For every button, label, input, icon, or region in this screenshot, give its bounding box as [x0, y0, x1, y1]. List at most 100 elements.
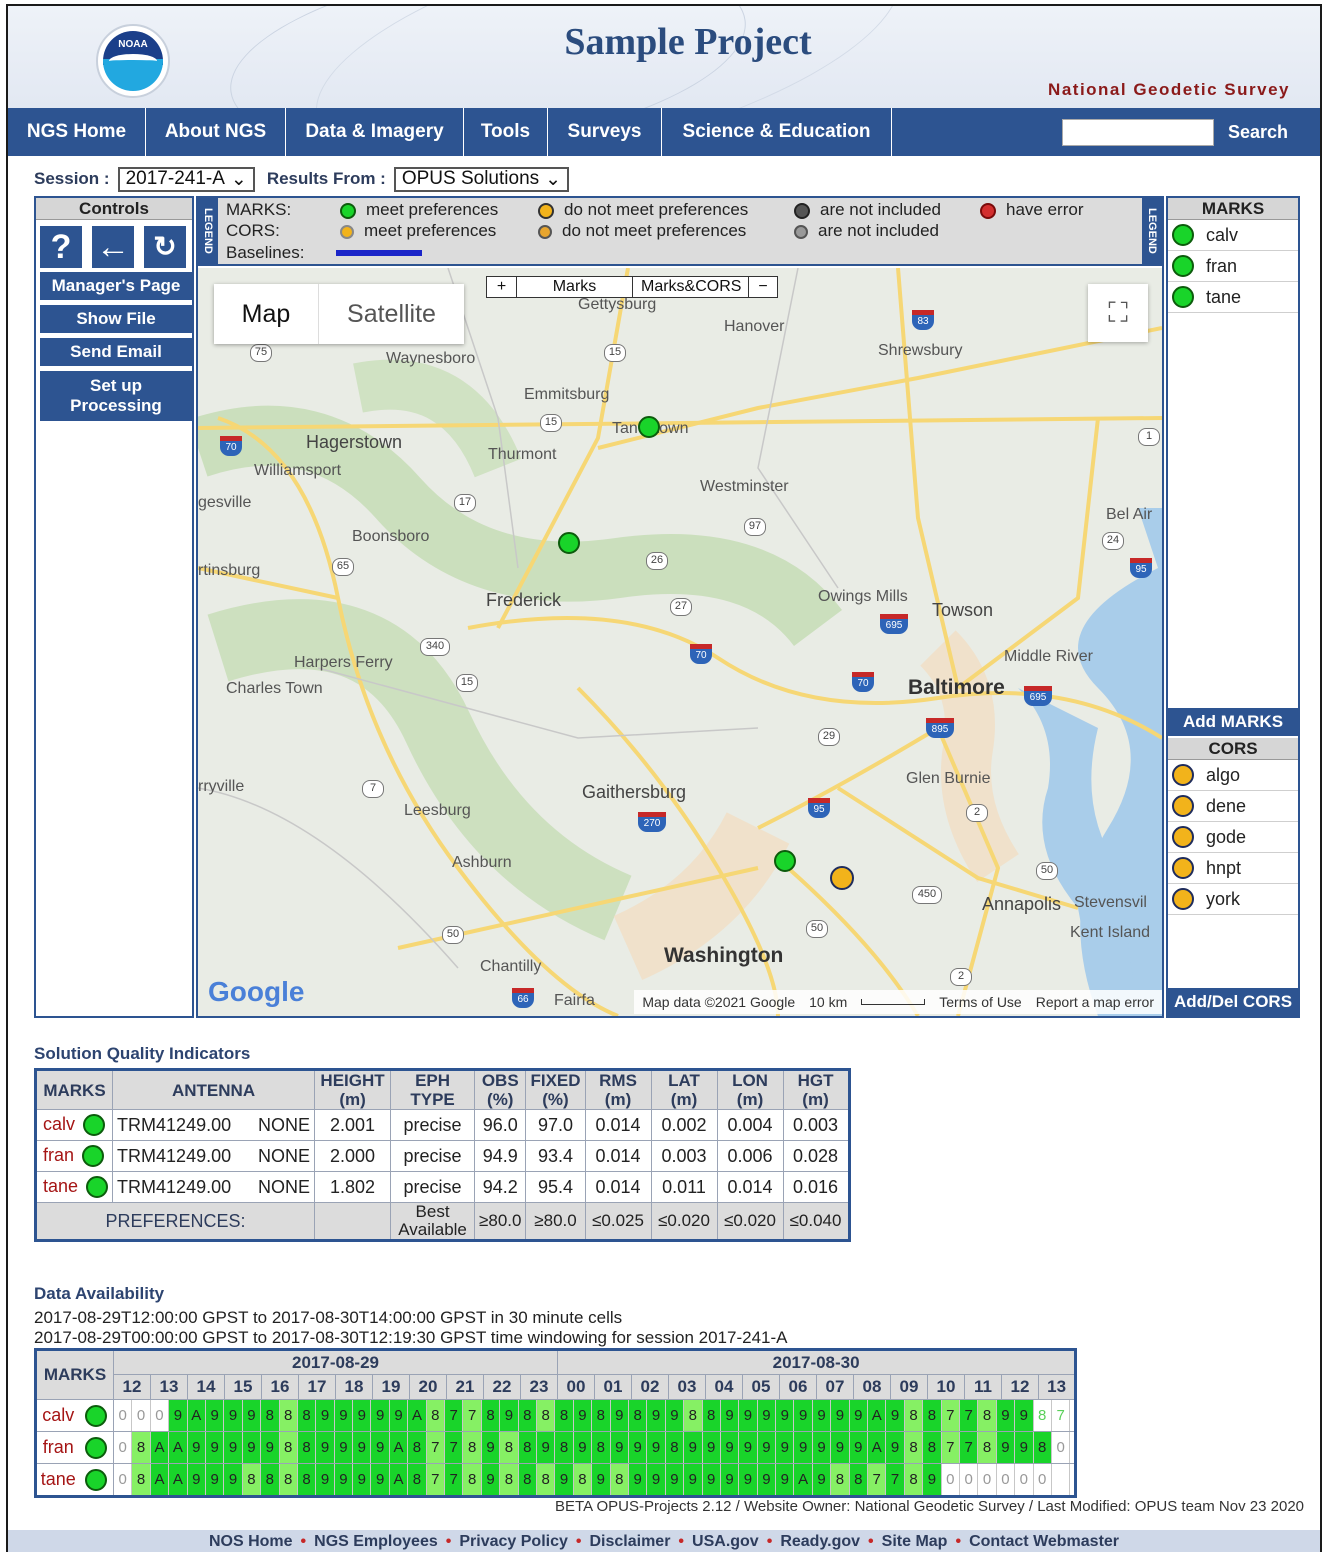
cors-item[interactable]: york [1168, 884, 1298, 915]
nav-ngs-home[interactable]: NGS Home [8, 108, 146, 156]
refresh-icon[interactable]: ↻ [144, 226, 186, 268]
footer-link[interactable]: Contact Webmaster [969, 1533, 1119, 1550]
mark-name[interactable]: tane [35, 1463, 80, 1497]
town-label: Shrewsbury [878, 342, 963, 359]
add-del-cors-button[interactable]: Add/Del CORS [1168, 988, 1298, 1016]
mark-cell[interactable]: fran [34, 1140, 114, 1172]
zoom-out-button[interactable]: − [749, 277, 777, 297]
legend-baselines-label: Baselines: [226, 243, 305, 262]
availability-cell: 8 [500, 1464, 519, 1495]
mark-item[interactable]: fran [1168, 251, 1298, 282]
green-dot-icon [1172, 286, 1194, 308]
footer-link[interactable]: USA.gov [692, 1533, 759, 1550]
search-input[interactable] [1062, 119, 1214, 146]
footer-link[interactable]: NGS Employees [314, 1533, 438, 1550]
legend-meet-marks: meet preferences [366, 200, 499, 219]
report-error-link[interactable]: Report a map error [1036, 994, 1154, 1010]
show-file-button[interactable]: Show File [40, 305, 192, 333]
mark-cell[interactable]: calv [34, 1109, 114, 1141]
hour-header: 13 [1037, 1374, 1077, 1400]
managers-page-button[interactable]: Manager's Page [40, 272, 192, 300]
nav-about-ngs[interactable]: About NGS [146, 108, 286, 156]
cors-item[interactable]: hnpt [1168, 853, 1298, 884]
hour-header: 12 [1001, 1374, 1039, 1400]
green-dot-icon [85, 1436, 108, 1459]
fixed-cell: 95.4 [525, 1171, 586, 1203]
map-view[interactable]: Gettysburg Hanover Shrewsbury Waynesboro… [198, 268, 1162, 1016]
terms-link[interactable]: Terms of Use [939, 994, 1021, 1010]
satellite-button[interactable]: Satellite [318, 284, 464, 344]
legend-error: have error [1006, 200, 1084, 219]
map-button[interactable]: Map [214, 284, 318, 344]
zoom-in-button[interactable]: + [487, 277, 517, 297]
back-arrow-icon[interactable]: ← [92, 226, 134, 268]
green-dot-icon [85, 1404, 108, 1427]
footer-link[interactable]: Site Map [882, 1533, 948, 1550]
footer-link[interactable]: Disclaimer [589, 1533, 670, 1550]
route-shield: 2 [966, 804, 988, 822]
hour-row: 12 13 14 15 16 17 18 19 20 21 22 23 00 01 02 03 04 05 06 07… [36, 1374, 1077, 1400]
footer-link[interactable]: NOS Home [209, 1533, 293, 1550]
footer-separator: • [300, 1533, 307, 1550]
mark-name[interactable]: fran [35, 1431, 80, 1464]
town-label: Emmitsburg [524, 386, 610, 403]
mark-item[interactable]: calv [1168, 220, 1298, 251]
mark-name[interactable]: calv [35, 1399, 80, 1432]
map-marker-fran[interactable] [558, 532, 580, 554]
nav-surveys[interactable]: Surveys [548, 108, 662, 156]
zoom-marks-button[interactable]: Marks [517, 277, 633, 297]
hour-header: 23 [520, 1374, 558, 1400]
map-cors-marker[interactable] [830, 866, 854, 890]
availability-cell: 8 [261, 1464, 280, 1495]
route-shield: 15 [540, 414, 562, 432]
town-label: Washington [664, 944, 784, 967]
pref-lon: ≤0.020 [716, 1202, 784, 1241]
cors-panel-title: CORS [1168, 738, 1298, 760]
legend-tab[interactable]: LEGEND [198, 198, 218, 264]
cors-item[interactable]: dene [1168, 791, 1298, 822]
route-shield: 450 [912, 886, 942, 904]
send-email-button[interactable]: Send Email [40, 338, 192, 366]
map-marker-calv[interactable] [774, 850, 796, 872]
fullscreen-icon[interactable]: ⛶ [1088, 284, 1148, 342]
cells-wrap: 08AA99999889999A877898898989998999999999… [112, 1431, 1077, 1464]
hour-header: 08 [853, 1374, 891, 1400]
col-header: OBS (%) [474, 1069, 527, 1110]
setup-processing-button[interactable]: Set up Processing [40, 371, 192, 421]
cors-item[interactable]: gode [1168, 822, 1298, 853]
route-shield: 1 [1138, 428, 1160, 446]
map-type-control: Map Satellite [214, 284, 464, 344]
session-select[interactable]: 2017-241-A ⌄ [117, 166, 255, 192]
town-label: Baltimore [908, 676, 1005, 699]
route-shield: 97 [744, 518, 766, 536]
nav-tools[interactable]: Tools [464, 108, 548, 156]
footer-link[interactable]: Privacy Policy [459, 1533, 568, 1550]
footer-link[interactable]: Ready.gov [780, 1533, 860, 1550]
mark-item[interactable]: tane [1168, 282, 1298, 313]
route-shield: 7 [362, 780, 384, 798]
town-label: Hanover [724, 318, 785, 335]
nav-data-imagery[interactable]: Data & Imagery [286, 108, 464, 156]
mark-name: calv [1206, 224, 1239, 245]
cors-item[interactable]: algo [1168, 760, 1298, 791]
nav-science-education[interactable]: Science & Education [662, 108, 892, 156]
help-icon[interactable]: ? [40, 226, 82, 268]
mark-cell[interactable]: tane [34, 1171, 114, 1203]
availability-cell: 9 [923, 1464, 942, 1495]
search-button[interactable]: Search [1218, 119, 1298, 146]
availability-cell: 8 [500, 1432, 519, 1463]
zoom-marks-cors-button[interactable]: Marks&CORS [633, 277, 749, 297]
availability-cell: 9 [776, 1400, 795, 1431]
map-marker-tane[interactable] [638, 416, 660, 438]
availability-cell: 9 [371, 1432, 390, 1463]
legend-tab-right[interactable]: LEGEND [1142, 198, 1162, 264]
hour-header: 13 [150, 1374, 188, 1400]
availability-cell: A [389, 1432, 409, 1463]
results-select[interactable]: OPUS Solutions ⌄ [393, 166, 570, 192]
availability-cell: 9 [665, 1464, 685, 1495]
town-label: Gaithersburg [582, 782, 687, 802]
add-marks-button[interactable]: Add MARKS [1168, 708, 1298, 736]
mark-name: tane [1206, 286, 1242, 307]
town-label: Glen Burnie [906, 770, 991, 787]
google-logo[interactable]: Google [208, 976, 304, 1008]
